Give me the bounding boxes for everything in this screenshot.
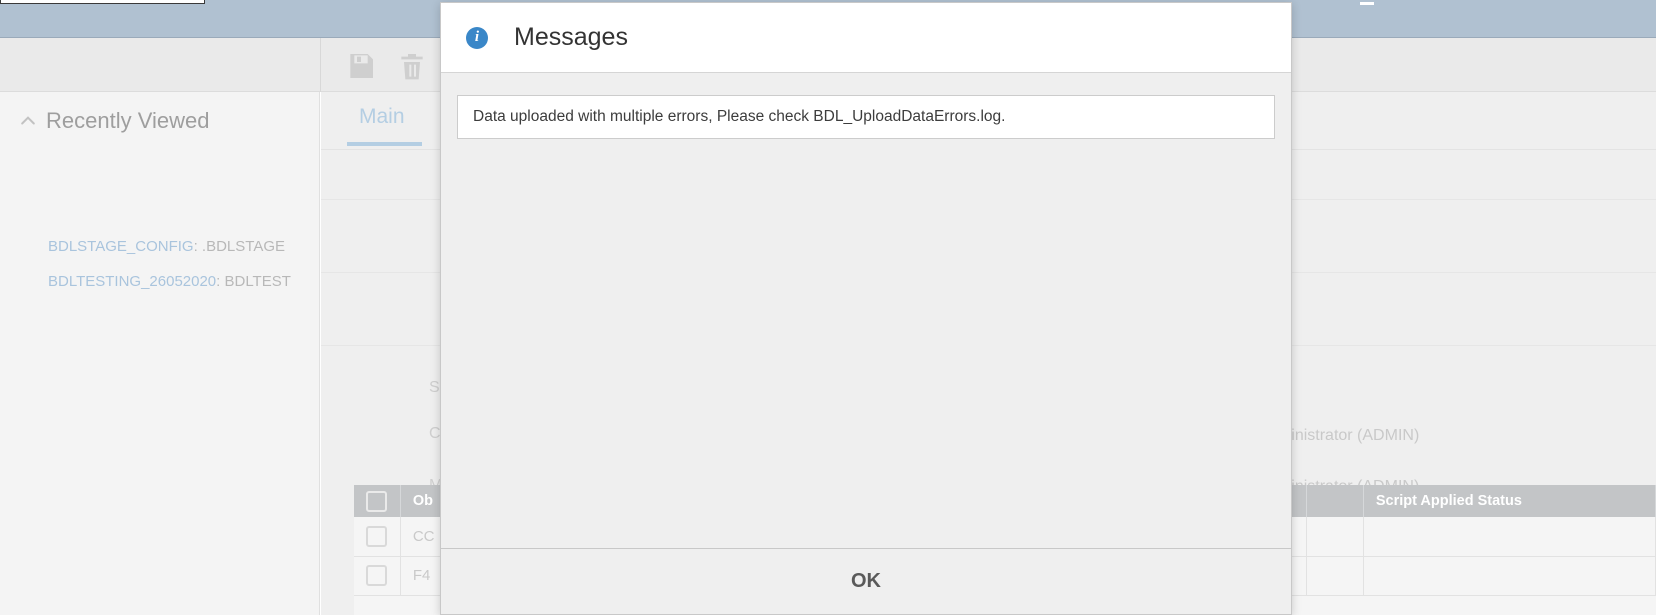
table-header-blank[interactable] (1306, 485, 1364, 517)
ok-button[interactable]: OK (821, 564, 911, 599)
window-control-icon[interactable] (1360, 2, 1374, 5)
application-window: Recently Viewed BDLSTAGE_CONFIG: .BDLSTA… (0, 0, 1656, 615)
sidebar-item-code: BDLTESTING_26052020 (48, 273, 217, 290)
table-header-select-all[interactable] (354, 485, 401, 517)
sidebar-item-code: BDLSTAGE_CONFIG (48, 238, 194, 255)
sidebar-item-bdlstage-config[interactable]: BDLSTAGE_CONFIG: .BDLSTAGE (48, 238, 285, 255)
row-checkbox[interactable] (366, 525, 388, 547)
row-blank-cell (1306, 517, 1364, 557)
dialog-message: Data uploaded with multiple errors, Plea… (457, 95, 1275, 139)
save-icon[interactable] (344, 50, 378, 82)
form-field-label: C (429, 425, 441, 442)
row-checkbox-cell[interactable] (354, 556, 401, 596)
trash-icon[interactable] (395, 50, 429, 82)
dialog-footer: OK (441, 548, 1291, 614)
sidebar-item-detail: : .BDLSTAGE (193, 238, 286, 255)
toolbar-divider (320, 38, 321, 92)
select-all-checkbox[interactable] (366, 490, 388, 512)
row-checkbox[interactable] (366, 565, 388, 586)
row-checkbox-cell[interactable] (354, 517, 401, 557)
row-status-cell (1363, 517, 1656, 557)
chevron-up-icon[interactable] (18, 111, 38, 131)
top-search-input[interactable] (0, 0, 205, 4)
form-field-label: S (429, 379, 440, 396)
recently-viewed-sidebar: Recently Viewed BDLSTAGE_CONFIG: .BDLSTA… (0, 92, 320, 615)
sidebar-section-title: Recently Viewed (46, 108, 210, 133)
table-header-script-applied-status[interactable]: Script Applied Status (1363, 485, 1656, 517)
messages-dialog: i Messages Data uploaded with multiple e… (440, 2, 1292, 615)
dialog-body: Data uploaded with multiple errors, Plea… (441, 73, 1291, 548)
info-icon: i (466, 26, 488, 49)
recently-viewed-header[interactable]: Recently Viewed (18, 108, 209, 134)
tab-main[interactable]: Main (359, 105, 405, 129)
row-blank-cell (1306, 556, 1364, 596)
dialog-header: i Messages (441, 3, 1291, 73)
sidebar-item-bdltesting[interactable]: BDLTESTING_26052020: BDLTEST (48, 273, 291, 290)
tab-active-indicator (347, 142, 422, 146)
sidebar-item-detail: : BDLTEST (216, 273, 291, 290)
dialog-title: Messages (514, 23, 628, 51)
row-status-cell (1363, 556, 1656, 596)
